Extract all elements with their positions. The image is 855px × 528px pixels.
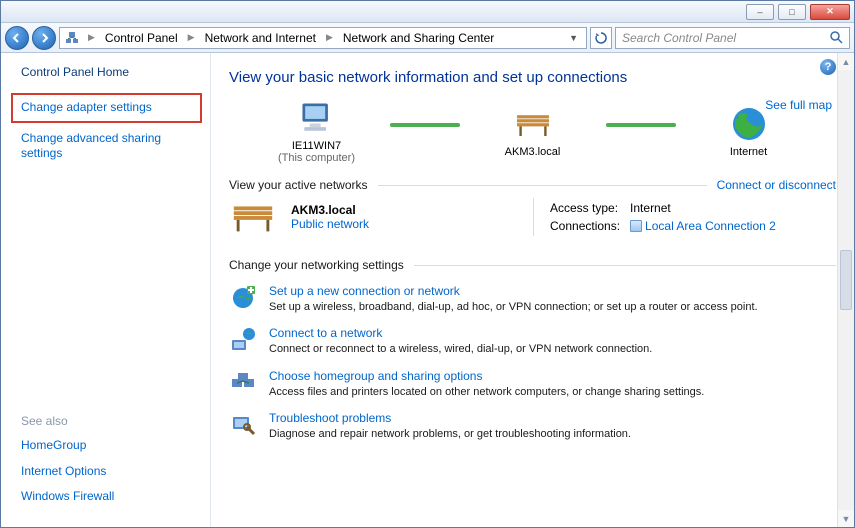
see-full-map-link[interactable]: See full map [765, 98, 832, 112]
bench-icon [229, 200, 277, 234]
map-node-label: AKM3.local [505, 146, 561, 158]
computer-icon [297, 98, 337, 138]
change-settings-header: Change your networking settings [229, 258, 836, 272]
map-node-sublabel: (This computer) [278, 152, 355, 164]
connection-link[interactable]: Local Area Connection 2 [645, 219, 776, 233]
arrow-right-icon [39, 33, 49, 43]
globe-icon [729, 104, 769, 144]
map-node-router[interactable]: AKM3.local [478, 104, 588, 158]
search-icon [830, 31, 843, 44]
breadcrumb-item[interactable]: Network and Sharing Center [341, 31, 496, 45]
change-advanced-sharing-link[interactable]: Change advanced sharing settings [21, 131, 200, 162]
map-connection-line [390, 123, 460, 127]
map-node-internet[interactable]: Internet [694, 104, 804, 158]
maximize-button[interactable]: □ [778, 4, 806, 20]
task-troubleshoot: Troubleshoot problems Diagnose and repai… [229, 411, 836, 441]
internet-options-link[interactable]: Internet Options [21, 464, 200, 480]
connections-label: Connections: [550, 218, 628, 234]
breadcrumb-item[interactable]: Control Panel [103, 31, 180, 45]
homegroup-link[interactable]: HomeGroup [21, 438, 200, 454]
page-title: View your basic network information and … [229, 69, 836, 86]
vertical-divider [533, 198, 534, 236]
bench-icon [513, 104, 553, 144]
scroll-down-button[interactable]: ▼ [838, 510, 854, 527]
task-desc: Set up a wireless, broadband, dial-up, a… [269, 300, 758, 314]
breadcrumb-bar[interactable]: ▶ Control Panel ▶ Network and Internet ▶… [59, 27, 587, 49]
nav-back-button[interactable] [5, 26, 29, 50]
search-input[interactable]: Search Control Panel [615, 27, 850, 49]
vertical-scrollbar[interactable]: ▲ ▼ [837, 53, 854, 527]
troubleshoot-icon [229, 411, 257, 439]
connect-disconnect-link[interactable]: Connect or disconnect [707, 178, 836, 192]
section-label: View your active networks [229, 178, 378, 192]
map-connection-line [606, 123, 676, 127]
active-network-type-link[interactable]: Public network [291, 217, 369, 231]
body: Control Panel Home Change adapter settin… [1, 53, 854, 527]
task-desc: Access files and printers located on oth… [269, 385, 704, 399]
close-button[interactable]: ✕ [810, 4, 850, 20]
control-panel-home-link[interactable]: Control Panel Home [21, 65, 200, 79]
scroll-up-button[interactable]: ▲ [838, 53, 854, 70]
refresh-button[interactable] [590, 27, 612, 49]
map-node-label: Internet [730, 146, 767, 158]
minimize-button[interactable]: – [746, 4, 774, 20]
map-node-label: IE11WIN7 [292, 140, 341, 152]
change-adapter-settings-link[interactable]: Change adapter settings [11, 93, 202, 123]
windows-firewall-link[interactable]: Windows Firewall [21, 489, 200, 505]
network-map: See full map IE11WIN7 (This computer) AK… [229, 98, 836, 164]
task-link[interactable]: Set up a new connection or network [269, 284, 758, 298]
arrow-left-icon [12, 33, 22, 43]
scroll-thumb[interactable] [840, 250, 852, 310]
section-label: Change your networking settings [229, 258, 414, 272]
setup-connection-icon [229, 284, 257, 312]
task-connect-network: Connect to a network Connect or reconnec… [229, 326, 836, 356]
task-setup-connection: Set up a new connection or network Set u… [229, 284, 836, 314]
breadcrumb-dropdown[interactable]: ▼ [565, 33, 582, 43]
search-placeholder: Search Control Panel [622, 31, 736, 45]
address-toolbar: ▶ Control Panel ▶ Network and Internet ▶… [1, 23, 854, 53]
access-type-label: Access type: [550, 200, 628, 216]
task-desc: Diagnose and repair network problems, or… [269, 427, 631, 441]
nav-forward-button[interactable] [32, 26, 56, 50]
window-titlebar: – □ ✕ [1, 1, 854, 23]
task-link[interactable]: Choose homegroup and sharing options [269, 369, 704, 383]
task-desc: Connect or reconnect to a wireless, wire… [269, 342, 652, 356]
refresh-icon [595, 32, 607, 44]
content-pane: ? View your basic network information an… [211, 53, 854, 527]
help-icon[interactable]: ? [820, 59, 836, 75]
active-network-name: AKM3.local [291, 203, 369, 217]
map-node-this-pc[interactable]: IE11WIN7 (This computer) [262, 98, 372, 164]
task-link[interactable]: Connect to a network [269, 326, 652, 340]
active-network-row: AKM3.local Public network Access type: I… [229, 198, 836, 236]
network-center-icon [64, 30, 80, 46]
see-also-label: See also [21, 414, 200, 428]
task-homegroup: Choose homegroup and sharing options Acc… [229, 369, 836, 399]
sidebar: Control Panel Home Change adapter settin… [1, 53, 211, 527]
homegroup-icon [229, 369, 257, 397]
task-link[interactable]: Troubleshoot problems [269, 411, 631, 425]
breadcrumb-item[interactable]: Network and Internet [203, 31, 318, 45]
active-networks-header: View your active networks Connect or dis… [229, 178, 836, 192]
connect-network-icon [229, 326, 257, 354]
chevron-right-icon: ▶ [184, 32, 199, 43]
chevron-right-icon: ▶ [84, 32, 99, 43]
network-adapter-icon [630, 220, 642, 232]
access-type-value: Internet [630, 200, 784, 216]
chevron-right-icon: ▶ [322, 32, 337, 43]
